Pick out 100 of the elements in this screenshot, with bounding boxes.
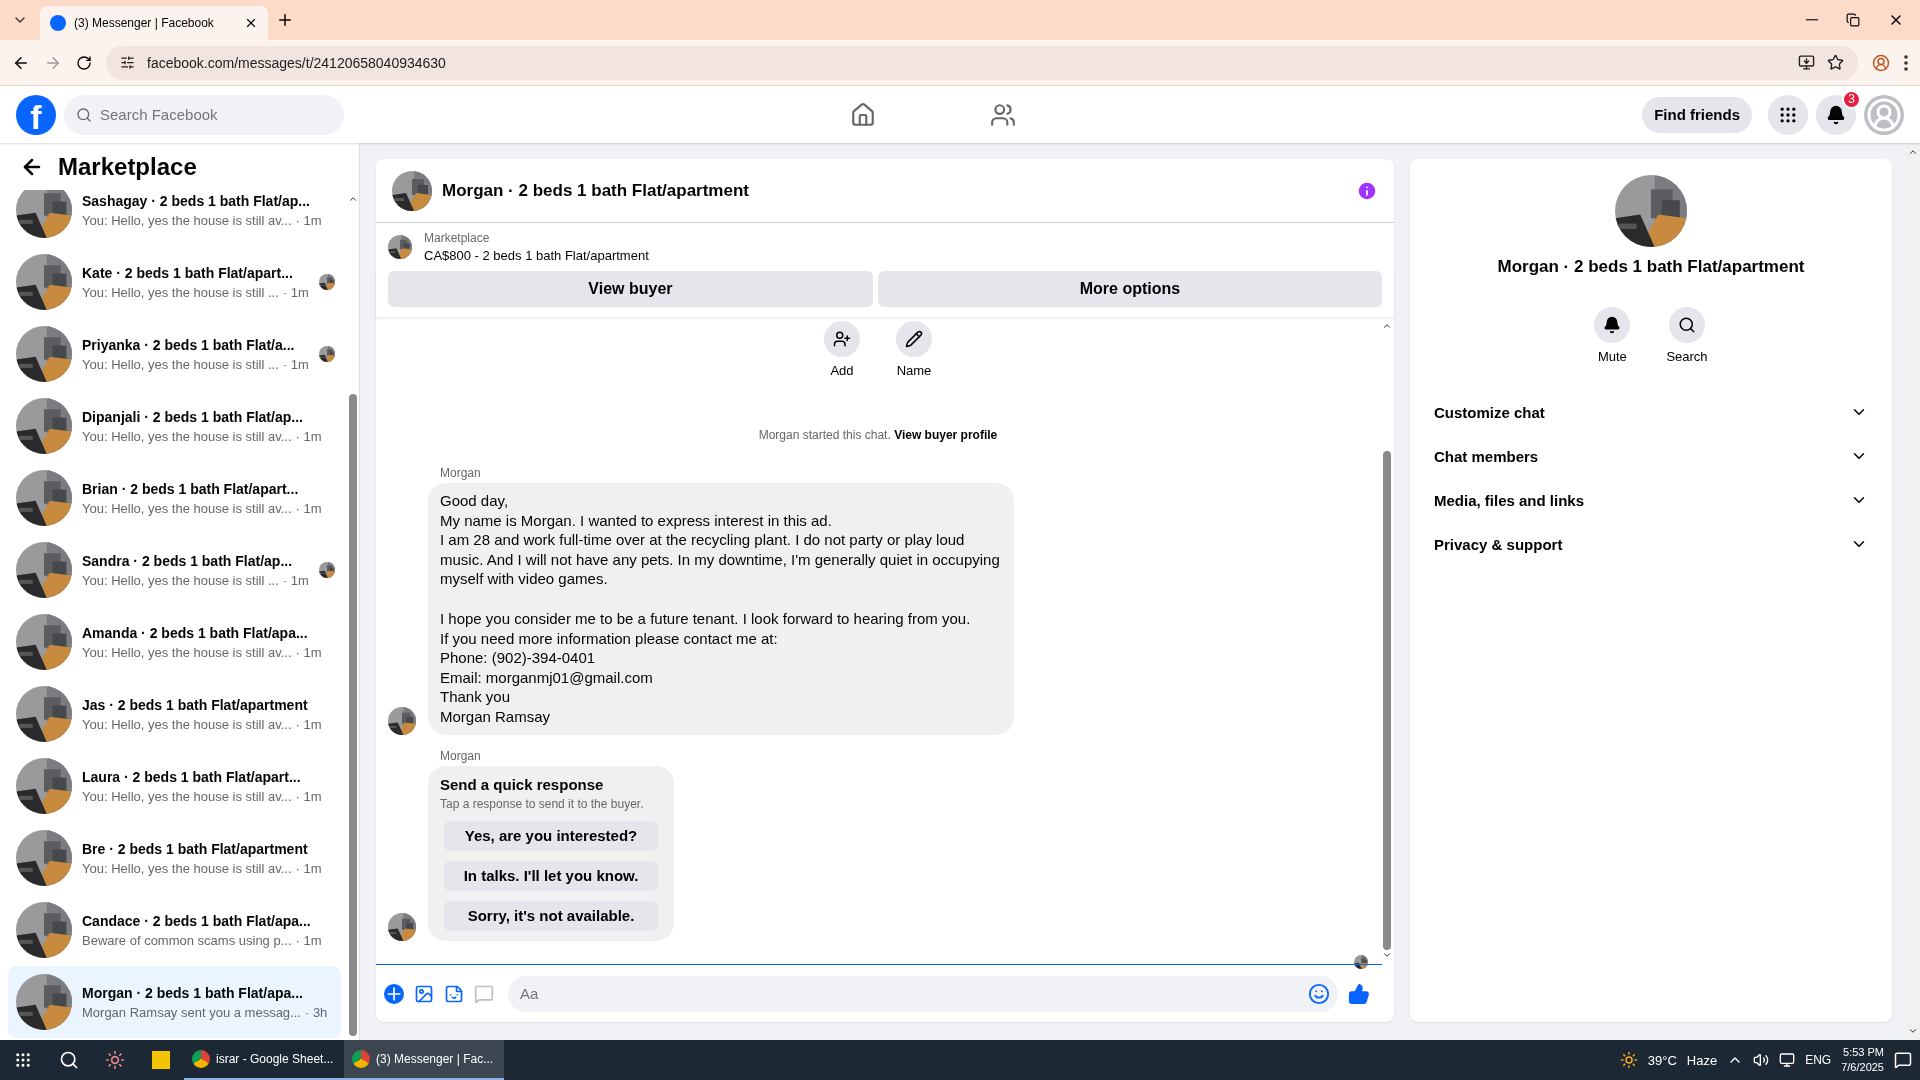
message-preview: You: Hello, yes the house is still ...: [82, 573, 279, 588]
message-time: · 1m: [282, 285, 309, 300]
message-time: · 3h: [304, 1005, 328, 1020]
conversation-item[interactable]: Sashagay · 2 beds 1 bath Flat/ap... You: Hello, yes the house is still av... · 1m: [8, 190, 341, 246]
conversation-title: Sandra · 2 beds 1 bath Flat/ap...: [82, 552, 293, 570]
conversation-title: Sashagay · 2 beds 1 bath Flat/ap...: [82, 192, 310, 210]
minimize-icon[interactable]: [1806, 19, 1818, 21]
listing-source: Marketplace: [424, 231, 491, 245]
action-button[interactable]: More options: [877, 271, 1382, 307]
logo[interactable]: f: [16, 94, 56, 135]
conversation-item[interactable]: Jas · 2 beds 1 bath Flat/apartment You: Hello, yes the house is still av... · 1m: [8, 678, 341, 750]
bookmark-star-icon: [1827, 54, 1844, 71]
message-preview: You: Hello, yes the house is still av...: [82, 789, 292, 804]
message-preview: You: Hello, yes the house is still av...: [82, 429, 292, 444]
add-button[interactable]: [384, 983, 404, 1004]
message-time: · 1m: [295, 501, 322, 516]
quick-reply-button[interactable]: Yes, are you interested?: [444, 820, 658, 851]
section-header[interactable]: Chat members: [1418, 434, 1884, 478]
scrollbar-thumb[interactable]: [1383, 451, 1391, 950]
taskbar-app[interactable]: (3) Messenger | Fac...: [344, 1040, 504, 1080]
scrollbar-thumb[interactable]: [349, 394, 357, 1036]
card-title: Send a quick response: [440, 775, 605, 793]
search-field[interactable]: Search Facebook: [64, 94, 344, 135]
conversation-item[interactable]: Laura · 2 beds 1 bath Flat/apart... You: Hello, yes the house is still av... · 1m: [8, 750, 341, 822]
photo-button[interactable]: [414, 983, 434, 1004]
message-preview: Morgan Ramsay sent you a messag...: [82, 1005, 301, 1020]
install-icon: [1798, 54, 1815, 71]
like-button[interactable]: [1348, 982, 1370, 1005]
sidebar-title: Marketplace: [58, 152, 197, 181]
conversation-item[interactable]: Candace · 2 beds 1 bath Flat/apa... Beware of common scams using p... · 1m: [8, 894, 341, 966]
logo-icon: [50, 15, 66, 31]
chat-note: Morgan started this chat. View buyer profile: [757, 428, 999, 442]
browser-tab[interactable]: (3) Messenger | Facebook: [40, 6, 268, 40]
message-input[interactable]: Aa: [508, 975, 1338, 1012]
image-icon: [414, 983, 434, 1004]
site-settings-icon: [120, 55, 135, 70]
scroll-down-icon: [1908, 1026, 1918, 1036]
conversation-title: Priyanka · 2 beds 1 bath Flat/a...: [82, 336, 295, 354]
sun-icon: [105, 1050, 125, 1070]
scroll-up-icon: [1382, 321, 1392, 331]
conversation-item[interactable]: Kate · 2 beds 1 bath Flat/apart... You: Hello, yes the house is still ... · 1m: [8, 246, 341, 318]
find-friends-button[interactable]: Find friends: [1642, 96, 1752, 133]
conversation-title: Kate · 2 beds 1 bath Flat/apart...: [82, 264, 293, 282]
address-bar[interactable]: facebook.com/messages/t/24120658040934630: [106, 45, 1858, 80]
language-indicator[interactable]: ENG: [1805, 1053, 1832, 1067]
sender-name: Morgan: [440, 466, 482, 480]
conversation-title: Jas · 2 beds 1 bath Flat/apartment: [82, 696, 308, 714]
conversation-item[interactable]: Sandra · 2 beds 1 bath Flat/ap... You: Hello, yes the house is still ... · 1m: [8, 534, 341, 606]
people-icon: [990, 101, 1017, 128]
reload-icon: [76, 54, 92, 71]
conversation-item[interactable]: Amanda · 2 beds 1 bath Flat/apa... You: Hello, yes the house is still av... · 1m: [8, 606, 341, 678]
view-profile-link[interactable]: View buyer profile: [894, 428, 998, 442]
close-icon: [244, 16, 258, 30]
section-header[interactable]: Customize chat: [1418, 390, 1884, 434]
add-person-icon: [833, 330, 851, 348]
weather-temperature: 39°C: [1647, 1052, 1677, 1068]
section-header[interactable]: Privacy & support: [1418, 522, 1884, 566]
quick-reply-button[interactable]: Sorry, it's not available.: [444, 900, 658, 931]
quick-reply-button[interactable]: In talks. I'll let you know.: [444, 860, 658, 891]
conversation-title: Amanda · 2 beds 1 bath Flat/apa...: [82, 624, 308, 642]
conversation-title: Laura · 2 beds 1 bath Flat/apart...: [82, 768, 301, 786]
conversation-item[interactable]: Morgan · 2 beds 1 bath Flat/apa... Morgan Ramsay sent you a messag... · 3h: [8, 966, 341, 1038]
message-time: · 1m: [295, 717, 322, 732]
menu-icon[interactable]: [1904, 54, 1908, 71]
scroll-up-icon: [348, 194, 358, 204]
sticker-button[interactable]: [444, 983, 464, 1004]
home-icon: [850, 101, 877, 128]
new-tab-icon: [276, 11, 294, 29]
message-time: · 1m: [295, 933, 322, 948]
notifications-icon: [1894, 1051, 1912, 1069]
conversation-title: Candace · 2 beds 1 bath Flat/apa...: [82, 912, 311, 930]
speaker-icon: [1753, 1052, 1770, 1068]
action-button[interactable]: View buyer: [388, 271, 873, 307]
speech-bubble-icon: [474, 983, 494, 1004]
search-icon: [1678, 316, 1696, 334]
conversation-item[interactable]: Dipanjali · 2 beds 1 bath Flat/ap... You: Hello, yes the house is still av... · 1m: [8, 390, 341, 462]
conversation-item[interactable]: Bre · 2 beds 1 bath Flat/apartment You: Hello, yes the house is still av... · 1m: [8, 822, 341, 894]
avatar-icon: [1866, 96, 1902, 133]
weather-condition: Haze: [1686, 1052, 1718, 1068]
grid-icon: [14, 1051, 32, 1069]
emoji-icon: [1308, 982, 1330, 1005]
conversation-item[interactable]: Priyanka · 2 beds 1 bath Flat/a... You: Hello, yes the house is still ... · 1m: [8, 318, 341, 390]
bell-icon: [1826, 104, 1846, 125]
section-header[interactable]: Media, files and links: [1418, 478, 1884, 522]
search-icon: [76, 106, 92, 123]
card-subtitle: Tap a response to send it to the buyer.: [440, 796, 645, 811]
message-text: Good day, My name is Morgan. I wanted to express interest in this ad. I am 28 and work full-time over at the recycling plant. I do not party or play loud music. And I will not have any pets. In my downtime, I'm generally quiet in occupying myself with video games.: [440, 491, 1001, 589]
message-time: · 1m: [282, 573, 309, 588]
search-icon: [59, 1050, 79, 1070]
message-time: · 1m: [282, 357, 309, 372]
menu-button[interactable]: [1768, 94, 1808, 135]
plus-icon: [384, 983, 404, 1004]
chat-title: Morgan · 2 beds 1 bath Flat/apartment: [442, 180, 750, 201]
conversation-title: Brian · 2 beds 1 bath Flat/apart...: [82, 480, 299, 498]
conversation-title: Bre · 2 beds 1 bath Flat/apartment: [82, 840, 308, 858]
notification-badge: 3: [1842, 89, 1861, 109]
sticker-icon: [444, 983, 464, 1004]
network-icon: [1779, 1052, 1796, 1068]
conversation-item[interactable]: Brian · 2 beds 1 bath Flat/apart... You: Hello, yes the house is still av... · 1m: [8, 462, 341, 534]
conversation-title: Morgan · 2 beds 1 bath Flat/apa...: [82, 984, 303, 1002]
